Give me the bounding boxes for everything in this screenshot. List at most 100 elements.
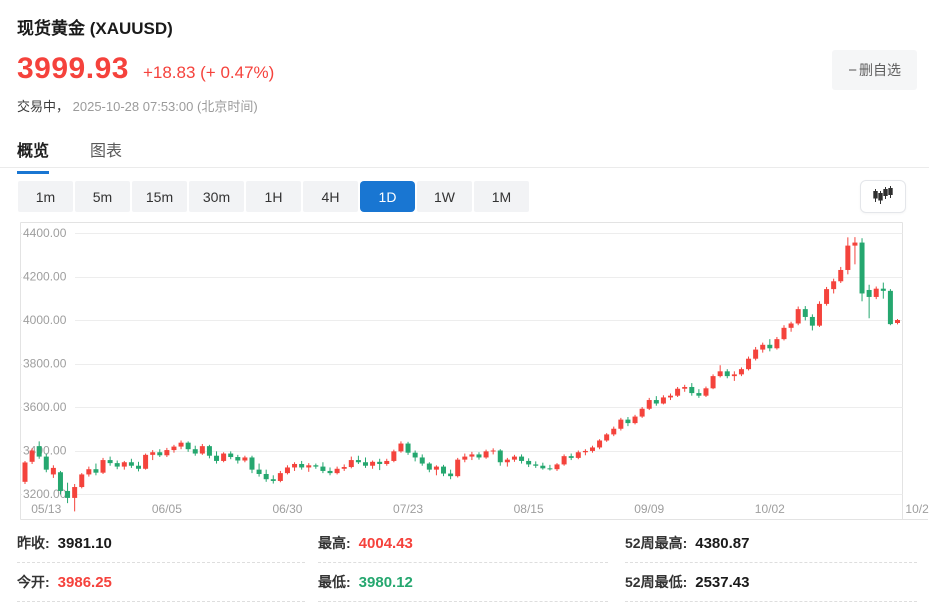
- price-chart[interactable]: 4400.004200.004000.003800.003600.003400.…: [0, 222, 929, 520]
- candle: [58, 472, 63, 491]
- interval-button-15m[interactable]: 15m: [132, 181, 187, 212]
- candle: [448, 474, 453, 477]
- candle: [51, 468, 56, 475]
- candle: [257, 470, 262, 474]
- stats-column: 昨收:3981.10 今开: 3986.25: [17, 524, 305, 602]
- candle: [824, 289, 829, 304]
- y-axis-label: 4400.00: [23, 226, 67, 240]
- stat-row: 最低:3980.12: [318, 563, 608, 602]
- candle: [249, 457, 254, 469]
- candle: [498, 451, 503, 463]
- candle: [753, 350, 758, 359]
- tab-chart[interactable]: 图表: [90, 137, 122, 171]
- stat-value: 3980.12: [359, 574, 413, 591]
- candle: [108, 460, 113, 463]
- candle: [363, 462, 368, 465]
- candle: [647, 400, 652, 409]
- page-title: 现货黄金 (XAUUSD): [17, 14, 173, 39]
- candle: [86, 469, 91, 474]
- candle: [696, 393, 701, 396]
- candle: [93, 469, 98, 472]
- y-axis-label: 4000.00: [23, 313, 67, 327]
- candle: [845, 246, 850, 270]
- tab-bar: 概览图表: [0, 131, 929, 168]
- x-axis-label: 09/09: [634, 502, 664, 516]
- stat-row: 昨收:3981.10: [17, 524, 305, 563]
- stat-value: 3981.10: [58, 535, 112, 552]
- candlestick-chart: 4400.004200.004000.003800.003600.003400.…: [0, 222, 929, 520]
- market-status: 交易中， 2025-10-28 07:53:00 (北京时间): [17, 96, 258, 115]
- candle: [207, 446, 212, 456]
- interval-button-4h[interactable]: 4H: [303, 181, 358, 212]
- candle: [590, 447, 595, 450]
- stat-label: 今开:: [17, 574, 50, 590]
- candle: [157, 452, 162, 455]
- candle: [455, 460, 460, 477]
- candle: [299, 464, 304, 467]
- candle: [427, 464, 432, 470]
- candle: [164, 450, 169, 455]
- candle: [306, 465, 311, 467]
- candle: [533, 464, 538, 465]
- candle: [782, 328, 787, 339]
- candle: [235, 457, 240, 460]
- candle: [817, 304, 822, 326]
- candle: [462, 457, 467, 460]
- candle: [881, 289, 886, 291]
- interval-button-1w[interactable]: 1W: [417, 181, 472, 212]
- candle: [732, 374, 737, 376]
- interval-button-30m[interactable]: 30m: [189, 181, 244, 212]
- candle: [335, 469, 340, 473]
- candle: [391, 451, 396, 461]
- candle: [65, 491, 70, 498]
- candle: [115, 463, 120, 466]
- remove-watchlist-button[interactable]: − 删自选: [832, 50, 917, 90]
- candle: [597, 440, 602, 447]
- y-axis-label: 3600.00: [23, 400, 67, 414]
- interval-button-1m[interactable]: 1M: [474, 181, 529, 212]
- stat-value: 3986.25: [58, 574, 112, 591]
- y-axis-label: 3400.00: [23, 444, 67, 458]
- candle: [746, 359, 751, 369]
- candle: [491, 451, 496, 452]
- candle: [675, 389, 680, 396]
- candle: [604, 434, 609, 440]
- candle: [271, 479, 276, 481]
- stat-row: 最高:4004.43: [318, 524, 608, 563]
- candle: [618, 420, 623, 429]
- candle: [420, 457, 425, 463]
- stat-label: 52周最低:: [625, 574, 687, 590]
- candle: [633, 417, 638, 424]
- interval-button-1m[interactable]: 1m: [18, 181, 73, 212]
- x-axis-label: 05/13: [31, 502, 61, 516]
- interval-button-5m[interactable]: 5m: [75, 181, 130, 212]
- candle: [221, 454, 226, 461]
- candle: [689, 387, 694, 393]
- candle: [512, 457, 517, 460]
- candle: [264, 474, 269, 479]
- candle: [803, 309, 808, 317]
- remove-watchlist-label: 删自选: [859, 60, 901, 80]
- stats-column: 52周最高:4380.8752周最低:2537.43: [625, 524, 917, 602]
- interval-button-1h[interactable]: 1H: [246, 181, 301, 212]
- candle: [789, 323, 794, 327]
- candle: [342, 467, 347, 469]
- stats-column: 最高:4004.43最低:3980.12: [318, 524, 608, 602]
- candle: [519, 457, 524, 461]
- candle: [242, 457, 247, 460]
- candle: [718, 371, 723, 376]
- candle: [136, 466, 141, 469]
- candle: [349, 460, 354, 467]
- timezone-note: (北京时间): [197, 99, 258, 114]
- interval-button-1d[interactable]: 1D: [360, 181, 415, 212]
- tab-overview[interactable]: 概览: [17, 137, 49, 174]
- candle: [30, 451, 35, 462]
- candle: [625, 420, 630, 423]
- candle: [682, 387, 687, 389]
- candle: [278, 473, 283, 481]
- candle: [526, 461, 531, 464]
- candle: [37, 446, 42, 456]
- chart-style-button[interactable]: [860, 180, 906, 213]
- x-axis-label: 07/23: [393, 502, 423, 516]
- candle: [562, 456, 567, 464]
